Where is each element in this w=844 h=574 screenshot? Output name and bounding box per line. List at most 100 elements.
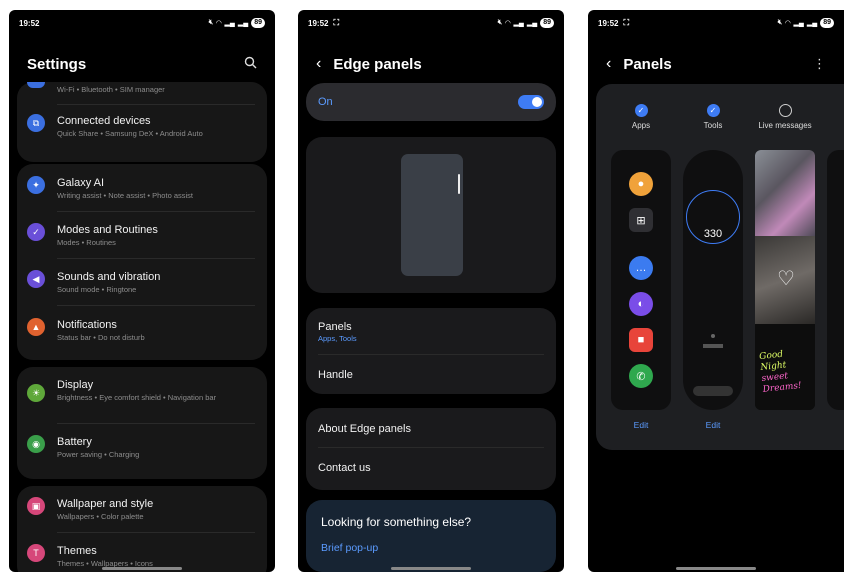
check-circle-icon: ✓ xyxy=(27,223,45,241)
more-options-icon[interactable]: ⋮ xyxy=(813,56,826,72)
settings-card-appearance: ▣ Wallpaper and style Wallpapers • Color… xyxy=(17,486,267,572)
switch-label: On xyxy=(318,96,333,108)
browser-app-icon: ◐ xyxy=(629,292,653,316)
checkmark-icon: ✓ xyxy=(706,104,720,117)
checkmark-icon: ✓ xyxy=(634,104,648,117)
edge-panels-master-switch[interactable]: On xyxy=(306,83,556,121)
status-time: 19:52 xyxy=(308,18,329,28)
tool-button xyxy=(693,386,733,396)
phone-preview-illustration xyxy=(401,154,463,276)
settings-item-galaxy-ai[interactable]: ✦ Galaxy AI Writing assist • Note assist… xyxy=(17,176,267,201)
settings-item-subtitle: Sound mode • Ringtone xyxy=(57,285,137,294)
status-bar: 19:52 ⛶ 🔇︎ ◠ ▂▄ ▂▄ 89 xyxy=(598,16,834,30)
notes-app-icon: ■ xyxy=(629,328,653,352)
lightbulb-app-icon: ● xyxy=(629,172,653,196)
panel-checkbox-tools[interactable]: ✓ Tools xyxy=(683,104,743,131)
toggle-switch[interactable] xyxy=(518,95,544,109)
brief-popup-link[interactable]: Brief pop-up xyxy=(321,542,378,554)
sun-icon: ☀ xyxy=(27,384,45,402)
settings-item-connections[interactable]: Wi-Fi • Bluetooth • SIM manager xyxy=(17,82,267,95)
settings-item-title: Themes xyxy=(57,545,97,557)
heart-icon: ♡ xyxy=(777,268,795,290)
suggestion-title: Looking for something else? xyxy=(321,515,472,529)
back-chevron-icon[interactable]: ‹ xyxy=(316,55,321,73)
edge-handle-illustration xyxy=(458,174,460,194)
settings-item-subtitle: Modes • Routines xyxy=(57,238,116,247)
settings-item-title: Galaxy AI xyxy=(57,177,105,189)
settings-item-connected-devices[interactable]: ⧉ Connected devices Quick Share • Samsun… xyxy=(17,114,267,139)
settings-item-title: Notifications xyxy=(57,319,117,331)
settings-item-subtitle: Power saving • Charging xyxy=(57,450,140,459)
home-indicator[interactable] xyxy=(391,567,471,570)
signal-icon-2: ▂▄ xyxy=(237,20,249,27)
panel-checkbox-live-messages[interactable]: Live messages xyxy=(755,104,815,131)
image-icon: ▣ xyxy=(27,497,45,515)
signal-icon: ▂▄ xyxy=(224,20,235,27)
wifi-icon: ◠ xyxy=(216,20,222,27)
panel-label: Live messages xyxy=(758,121,812,130)
handle-option[interactable]: Handle xyxy=(318,368,544,382)
live-messages-panel-preview[interactable]: ♡ Good Night sweet Dreams! xyxy=(755,150,815,410)
panel-checkbox-apps[interactable]: ✓ Apps xyxy=(611,104,671,131)
signal-icon: ▂▄ xyxy=(513,20,524,27)
compass-reading: 330 xyxy=(703,228,723,240)
battery-level: 89 xyxy=(540,18,554,28)
settings-item-title: Wallpaper and style xyxy=(57,498,154,510)
wifi-icon: ◠ xyxy=(785,20,791,27)
wifi-setting-icon xyxy=(27,82,45,88)
mute-icon: 🔇︎ xyxy=(208,19,214,26)
home-indicator[interactable] xyxy=(102,567,182,570)
home-indicator[interactable] xyxy=(676,567,756,570)
panels-option[interactable]: Panels Apps, Tools xyxy=(318,320,544,344)
settings-item-subtitle: Writing assist • Note assist • Photo ass… xyxy=(57,191,193,200)
edit-tools-button[interactable]: Edit xyxy=(683,420,743,430)
settings-card-connections: Wi-Fi • Bluetooth • SIM manager ⧉ Connec… xyxy=(17,82,267,162)
signal-icon-2: ▂▄ xyxy=(806,20,818,27)
apps-panel-preview[interactable]: ● ⊞ … ◐ ■ ✆ xyxy=(611,150,671,410)
settings-card-features: ✦ Galaxy AI Writing assist • Note assist… xyxy=(17,164,267,360)
search-icon[interactable] xyxy=(244,56,257,72)
edge-info-card: About Edge panels Contact us xyxy=(306,408,556,490)
settings-item-wallpaper[interactable]: ▣ Wallpaper and style Wallpapers • Color… xyxy=(17,497,267,522)
settings-item-subtitle: Quick Share • Samsung DeX • Android Auto xyxy=(57,129,203,138)
edge-panels-screen: 19:52 ⛶ 🔇︎ ◠ ▂▄ ▂▄ 89 ‹ Edge panels On P… xyxy=(298,10,564,572)
theme-icon: T xyxy=(27,544,45,562)
settings-header: Settings xyxy=(27,53,257,75)
phone-app-icon: ✆ xyxy=(629,364,653,388)
signal-icon: ▂▄ xyxy=(793,20,804,27)
next-panel-preview[interactable] xyxy=(827,150,844,410)
about-edge-panels-link[interactable]: About Edge panels xyxy=(318,422,544,436)
settings-item-notifications[interactable]: ▲ Notifications Status bar • Do not dist… xyxy=(17,318,267,343)
battery-level: 89 xyxy=(820,18,834,28)
settings-item-title: Modes and Routines xyxy=(57,224,158,236)
bell-icon: ▲ xyxy=(27,318,45,336)
settings-item-battery[interactable]: ◉ Battery Power saving • Charging xyxy=(17,435,267,460)
panels-header: ‹ Panels ⋮ xyxy=(606,53,826,75)
settings-card-device: ☀ Display Brightness • Eye comfort shiel… xyxy=(17,367,267,479)
edit-apps-button[interactable]: Edit xyxy=(611,420,671,430)
settings-item-title: Battery xyxy=(57,436,92,448)
page-title: Panels xyxy=(623,55,672,73)
settings-item-modes-routines[interactable]: ✓ Modes and Routines Modes • Routines xyxy=(17,223,267,248)
contact-link-label: Contact us xyxy=(318,462,371,474)
settings-item-subtitle: Wallpapers • Color palette xyxy=(57,512,144,521)
wifi-icon: ◠ xyxy=(505,20,511,27)
panels-screen: 19:52 ⛶ 🔇︎ ◠ ▂▄ ▂▄ 89 ‹ Panels ⋮ ✓ Apps … xyxy=(588,10,844,572)
panel-label: Apps xyxy=(631,121,651,130)
tools-panel-preview[interactable]: 330 xyxy=(683,150,743,410)
contact-us-link[interactable]: Contact us xyxy=(318,461,544,475)
empty-circle-icon xyxy=(778,104,792,117)
settings-item-subtitle: Brightness • Eye comfort shield • Naviga… xyxy=(57,393,217,402)
signal-icon-2: ▂▄ xyxy=(526,20,538,27)
cat-photo-2: ♡ xyxy=(755,236,815,324)
settings-item-themes[interactable]: T Themes Themes • Wallpapers • Icons xyxy=(17,544,267,569)
messages-app-icon: … xyxy=(629,256,653,280)
mute-icon: 🔇︎ xyxy=(497,19,503,26)
mute-icon: 🔇︎ xyxy=(777,19,783,26)
settings-item-sounds[interactable]: ◀ Sounds and vibration Sound mode • Ring… xyxy=(17,270,267,295)
cat-photo-1 xyxy=(755,150,815,236)
status-bar: 19:52 🔇︎ ◠ ▂▄ ▂▄ 89 xyxy=(19,16,265,30)
settings-item-display[interactable]: ☀ Display Brightness • Eye comfort shiel… xyxy=(17,378,267,403)
back-chevron-icon[interactable]: ‹ xyxy=(606,55,611,73)
level-bar xyxy=(703,344,723,348)
